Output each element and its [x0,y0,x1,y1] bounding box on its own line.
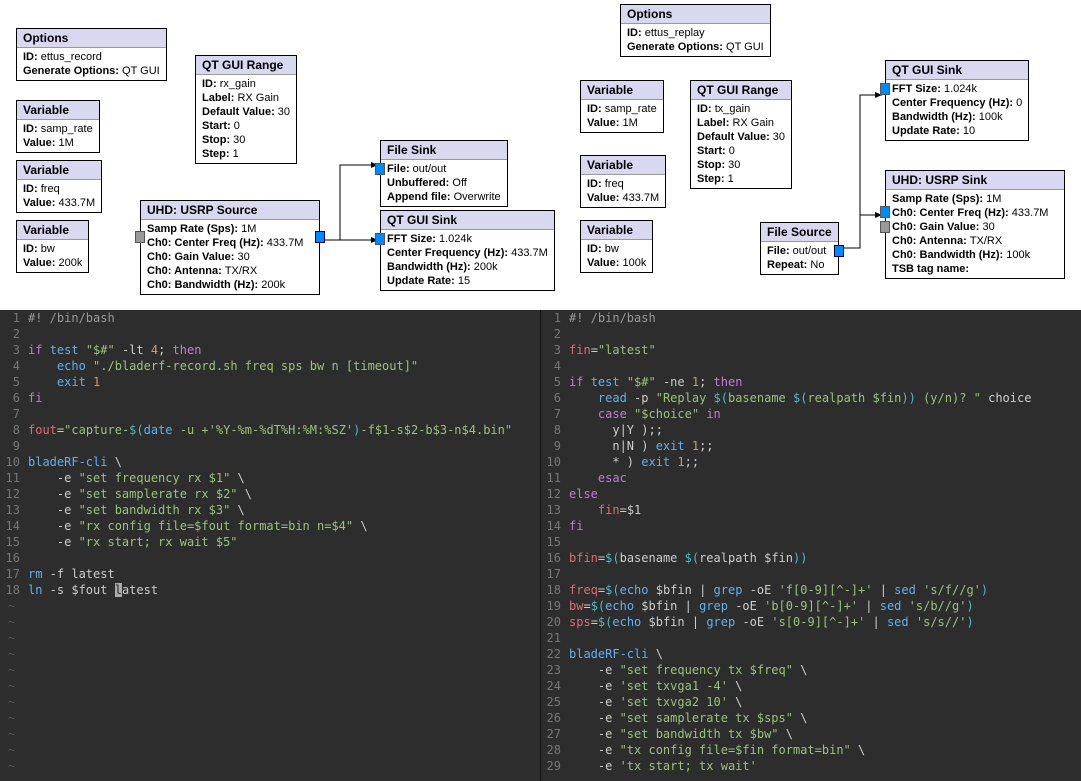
code-line: 23 -e "set frequency tx $freq" \ [541,662,1081,678]
code-line: 17 [541,566,1081,582]
code-line: 1#! /bin/bash [541,310,1081,326]
code-line: 14fi [541,518,1081,534]
usrp-source[interactable]: UHD: USRP Source Samp Rate (Sps): 1M Ch0… [140,200,320,295]
code-line: 19bw=$(echo $bfin | grep -oE 'b[0-9][^-]… [541,598,1081,614]
code-line: 16 [0,550,540,566]
code-line: 13 -e "set bandwidth rx $3" \ [0,502,540,518]
code-line: 2 [541,326,1081,342]
code-line: 26 -e "set samplerate tx $sps" \ [541,710,1081,726]
file-sink[interactable]: File Sink File: out/out Unbuffered: Off … [380,140,508,207]
variable-freq[interactable]: Variable ID: freq Value: 433.7M [16,160,102,213]
code-line: 10bladeRF-cli \ [0,454,540,470]
code-line: 20sps=$(echo $bfin | grep -oE 's[0-9][^-… [541,614,1081,630]
code-line: 25 -e 'set txvga2 10' \ [541,694,1081,710]
qt-gui-range[interactable]: QT GUI Range ID: rx_gain Label: RX Gain … [195,55,297,164]
code-line: 29 -e 'tx start; tx wait' [541,758,1081,774]
flowgraph-area: Options ID: ettus_record Generate Option… [0,0,1081,310]
code-line: 12 -e "set samplerate rx $2" \ [0,486,540,502]
code-line: 5if test "$#" -ne 1; then [541,374,1081,390]
code-line: 14 -e "rx config file=$fout format=bin n… [0,518,540,534]
code-line: 18ln -s $fout latest [0,582,540,598]
code-line: 7 [0,406,540,422]
code-line: 7 case "$choice" in [541,406,1081,422]
code-line: 6 read -p "Replay $(basename $(realpath … [541,390,1081,406]
code-line: 8fout="capture-$(date -u +'%Y-%m-%dT%H:%… [0,422,540,438]
code-line: 11 esac [541,470,1081,486]
variable-bw[interactable]: Variable ID: bw Value: 200k [16,220,89,273]
code-line: 11 -e "set frequency rx $1" \ [0,470,540,486]
code-pane-left[interactable]: 1#! /bin/bash23if test "$#" -lt 4; then4… [0,310,541,781]
code-line: 15 -e "rx start; rx wait $5" [0,534,540,550]
code-line: 8 y|Y );; [541,422,1081,438]
code-line: 4 echo "./bladerf-record.sh freq sps bw … [0,358,540,374]
code-line: 4 [541,358,1081,374]
file-source[interactable]: File Source File: out/out Repeat: No [760,222,839,275]
code-area: 1#! /bin/bash23if test "$#" -lt 4; then4… [0,310,1081,781]
qt-gui-sink[interactable]: QT GUI Sink FFT Size: 1.024k Center Freq… [380,210,555,291]
variable-samp-rate[interactable]: Variable ID: samp_rate Value: 1M [16,100,100,153]
port-in[interactable] [135,231,145,243]
port-out[interactable] [315,231,325,243]
code-line: 13 fin=$1 [541,502,1081,518]
code-line: 3if test "$#" -lt 4; then [0,342,540,358]
code-line: 28 -e "tx config file=$fin format=bin" \ [541,742,1081,758]
code-line: 10 * ) exit 1;; [541,454,1081,470]
usrp-sink[interactable]: UHD: USRP Sink Samp Rate (Sps): 1M Ch0: … [885,170,1065,279]
code-line: 2 [0,326,540,342]
code-line: 15 [541,534,1081,550]
code-line: 27 -e "set bandwidth tx $bw" \ [541,726,1081,742]
code-line: 17rm -f latest [0,566,540,582]
code-line: 9 n|N ) exit 1;; [541,438,1081,454]
port-in[interactable] [375,233,385,245]
code-line: 22bladeRF-cli \ [541,646,1081,662]
code-line: 24 -e 'set txvga1 -4' \ [541,678,1081,694]
options-block-r[interactable]: Options ID: ettus_replay Generate Option… [620,4,771,57]
variable-bw-r[interactable]: Variable ID: bw Value: 100k [580,220,653,273]
port-in[interactable] [375,163,385,175]
port-in-cmd[interactable] [880,221,890,233]
code-pane-right[interactable]: 1#! /bin/bash23fin="latest"45if test "$#… [541,310,1081,781]
code-line: 6fi [0,390,540,406]
code-line: 18freq=$(echo $bfin | grep -oE 'f[0-9][^… [541,582,1081,598]
qt-gui-range-r[interactable]: QT GUI Range ID: tx_gain Label: RX Gain … [690,80,792,189]
port-out[interactable] [834,245,844,257]
variable-freq-r[interactable]: Variable ID: freq Value: 433.7M [580,155,666,208]
qt-gui-sink-r[interactable]: QT GUI Sink FFT Size: 1.024k Center Freq… [885,60,1029,141]
code-line: 16bfin=$(basename $(realpath $fin)) [541,550,1081,566]
code-line: 3fin="latest" [541,342,1081,358]
code-line: 1#! /bin/bash [0,310,540,326]
options-block[interactable]: Options ID: ettus_record Generate Option… [16,28,167,81]
port-in[interactable] [880,83,890,95]
code-line: 12else [541,486,1081,502]
code-line: 21 [541,630,1081,646]
code-line: 5 exit 1 [0,374,540,390]
port-in[interactable] [880,206,890,218]
code-line: 9 [0,438,540,454]
variable-samp-rate-r[interactable]: Variable ID: samp_rate Value: 1M [580,80,664,133]
